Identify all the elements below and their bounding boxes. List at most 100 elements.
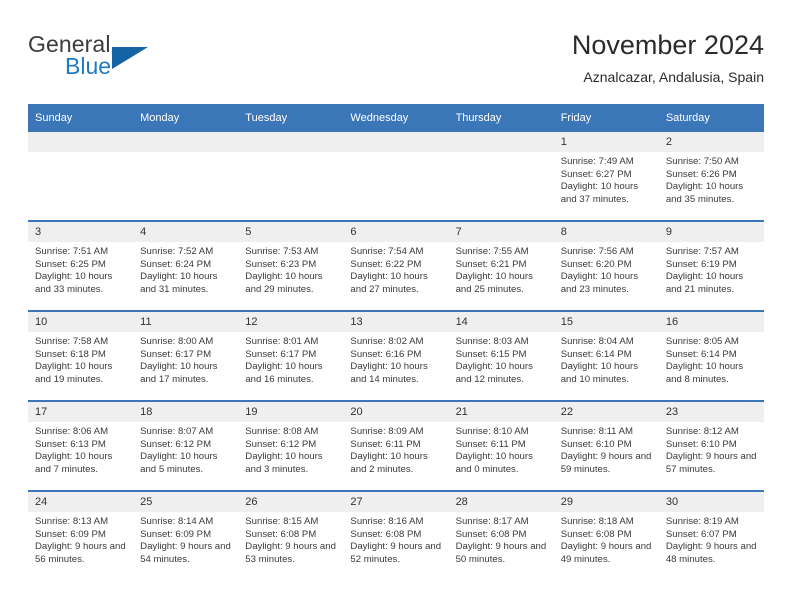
sunrise-text: Sunrise: 8:19 AM	[665, 516, 739, 527]
calendar-day-cell[interactable]: 13 Sunrise: 8:02 AM Sunset: 6:16 PM Dayligh…	[343, 310, 449, 401]
calendar-day-cell[interactable]: 28 Sunrise: 8:17 AM Sunset: 6:08 PM Dayligh…	[448, 490, 554, 580]
day-cell-inner: 12 Sunrise: 8:01 AM Sunset: 6:17 PM Dayligh…	[238, 312, 344, 400]
calendar-day-cell[interactable]: 23 Sunrise: 8:12 AM Sunset: 6:10 PM Dayligh…	[658, 400, 764, 491]
calendar-day-cell[interactable]: 17 Sunrise: 8:06 AM Sunset: 6:13 PM Dayligh…	[28, 400, 134, 491]
day-number: 19	[238, 402, 344, 422]
calendar-day-cell[interactable]: 29 Sunrise: 8:18 AM Sunset: 6:08 PM Dayligh…	[553, 490, 659, 580]
day-sun-info: Sunrise: 8:15 AM Sunset: 6:08 PM Daylight:…	[238, 512, 343, 566]
day-number: 15	[553, 312, 659, 332]
day-sun-info: Sunrise: 7:57 AM Sunset: 6:19 PM Daylight:…	[659, 242, 764, 296]
day-cell-inner: 24 Sunrise: 8:13 AM Sunset: 6:09 PM Dayligh…	[28, 492, 134, 580]
calendar-day-cell[interactable]: 24 Sunrise: 8:13 AM Sunset: 6:09 PM Dayligh…	[28, 490, 134, 580]
day-number	[448, 132, 554, 152]
sunset-text: Sunset: 6:09 PM	[35, 528, 106, 540]
calendar-day-cell[interactable]: 11 Sunrise: 8:00 AM Sunset: 6:17 PM Dayligh…	[133, 310, 239, 401]
day-number: 5	[238, 222, 344, 242]
calendar-day-cell[interactable]: 21 Sunrise: 8:10 AM Sunset: 6:11 PM Dayligh…	[448, 400, 554, 491]
sunset-text: Sunset: 6:27 PM	[560, 168, 632, 180]
calendar-day-cell[interactable]: 27 Sunrise: 8:16 AM Sunset: 6:08 PM Dayligh…	[343, 490, 449, 580]
calendar-day-cell[interactable]: 3 Sunrise: 7:51 AM Sunset: 6:25 PM Daylight…	[28, 220, 134, 311]
weekday-header-thursday: Thursday	[448, 104, 554, 132]
daylight-text: Daylight: 9 hours and 49 minutes.	[560, 541, 652, 565]
calendar-day-cell[interactable]: 16 Sunrise: 8:05 AM Sunset: 6:14 PM Dayligh…	[658, 310, 764, 401]
day-number: 9	[658, 222, 764, 242]
daylight-text: Daylight: 10 hours and 23 minutes.	[560, 271, 639, 295]
calendar-day-cell[interactable]: 5 Sunrise: 7:53 AM Sunset: 6:23 PM Daylight…	[238, 220, 344, 311]
day-number: 11	[133, 312, 239, 332]
daylight-text: Daylight: 9 hours and 56 minutes.	[35, 541, 126, 565]
day-sun-info: Sunrise: 8:03 AM Sunset: 6:15 PM Daylight:…	[449, 332, 554, 386]
day-cell-inner: 17 Sunrise: 8:06 AM Sunset: 6:13 PM Dayligh…	[28, 402, 134, 490]
day-cell-inner: 20 Sunrise: 8:09 AM Sunset: 6:11 PM Dayligh…	[343, 402, 449, 490]
calendar-day-cell[interactable]: 25 Sunrise: 8:14 AM Sunset: 6:09 PM Dayligh…	[133, 490, 239, 580]
daylight-text: Daylight: 10 hours and 14 minutes.	[350, 361, 428, 385]
sunset-text: Sunset: 6:11 PM	[455, 438, 526, 450]
day-number: 16	[658, 312, 764, 332]
day-cell-inner: 16 Sunrise: 8:05 AM Sunset: 6:14 PM Dayligh…	[658, 312, 764, 400]
calendar-empty-cell	[343, 132, 449, 221]
sunrise-text: Sunrise: 7:49 AM	[560, 156, 634, 167]
daylight-text: Daylight: 9 hours and 53 minutes.	[245, 541, 336, 565]
day-cell-inner: 28 Sunrise: 8:17 AM Sunset: 6:08 PM Dayligh…	[448, 492, 554, 580]
calendar-day-cell[interactable]: 1 Sunrise: 7:49 AM Sunset: 6:27 PM Daylight…	[553, 132, 659, 221]
calendar-week-row: 3 Sunrise: 7:51 AM Sunset: 6:25 PM Daylight…	[28, 220, 764, 311]
day-cell-inner: 30 Sunrise: 8:19 AM Sunset: 6:07 PM Dayligh…	[658, 492, 764, 580]
day-sun-info: Sunrise: 8:01 AM Sunset: 6:17 PM Daylight:…	[238, 332, 343, 386]
day-number: 17	[28, 402, 134, 422]
weekday-header-sunday: Sunday	[28, 104, 134, 132]
sunset-text: Sunset: 6:21 PM	[455, 258, 527, 270]
calendar-day-cell[interactable]: 6 Sunrise: 7:54 AM Sunset: 6:22 PM Daylight…	[343, 220, 449, 311]
sunrise-text: Sunrise: 8:12 AM	[665, 426, 739, 437]
calendar-day-cell[interactable]: 12 Sunrise: 8:01 AM Sunset: 6:17 PM Dayligh…	[238, 310, 344, 401]
calendar-day-cell[interactable]: 7 Sunrise: 7:55 AM Sunset: 6:21 PM Daylight…	[448, 220, 554, 311]
calendar-day-cell[interactable]: 30 Sunrise: 8:19 AM Sunset: 6:07 PM Dayligh…	[658, 490, 764, 580]
sunset-text: Sunset: 6:14 PM	[665, 348, 737, 360]
calendar-day-cell[interactable]: 8 Sunrise: 7:56 AM Sunset: 6:20 PM Daylight…	[553, 220, 659, 311]
sunset-text: Sunset: 6:09 PM	[140, 528, 212, 540]
daylight-text: Daylight: 10 hours and 25 minutes.	[455, 271, 533, 295]
sunrise-text: Sunrise: 8:16 AM	[350, 516, 424, 527]
sunrise-text: Sunrise: 7:50 AM	[665, 156, 739, 167]
calendar-day-cell[interactable]: 9 Sunrise: 7:57 AM Sunset: 6:19 PM Daylight…	[658, 220, 764, 311]
calendar-day-cell[interactable]: 26 Sunrise: 8:15 AM Sunset: 6:08 PM Dayligh…	[238, 490, 344, 580]
logo-general-blue[interactable]: General Blue	[28, 32, 248, 90]
sunset-text: Sunset: 6:08 PM	[455, 528, 527, 540]
day-cell-inner: 23 Sunrise: 8:12 AM Sunset: 6:10 PM Dayligh…	[658, 402, 764, 490]
sunrise-text: Sunrise: 7:58 AM	[35, 336, 109, 347]
calendar-day-cell[interactable]: 20 Sunrise: 8:09 AM Sunset: 6:11 PM Dayligh…	[343, 400, 449, 491]
day-number: 6	[343, 222, 449, 242]
daylight-text: Daylight: 9 hours and 57 minutes.	[665, 451, 757, 475]
sunset-text: Sunset: 6:15 PM	[455, 348, 527, 360]
calendar-day-cell[interactable]: 15 Sunrise: 8:04 AM Sunset: 6:14 PM Dayligh…	[553, 310, 659, 401]
sunrise-text: Sunrise: 8:08 AM	[245, 426, 319, 437]
calendar-day-cell[interactable]: 18 Sunrise: 8:07 AM Sunset: 6:12 PM Dayligh…	[133, 400, 239, 491]
day-number: 7	[448, 222, 554, 242]
calendar-day-cell[interactable]: 2 Sunrise: 7:50 AM Sunset: 6:26 PM Daylight…	[658, 132, 764, 221]
weekday-header-friday: Friday	[553, 104, 659, 132]
sunrise-text: Sunrise: 8:07 AM	[140, 426, 214, 437]
sunset-text: Sunset: 6:08 PM	[245, 528, 317, 540]
day-number	[343, 132, 449, 152]
day-number: 3	[28, 222, 134, 242]
daylight-text: Daylight: 10 hours and 21 minutes.	[665, 271, 744, 295]
calendar-day-cell[interactable]: 14 Sunrise: 8:03 AM Sunset: 6:15 PM Dayligh…	[448, 310, 554, 401]
calendar-day-cell[interactable]: 10 Sunrise: 7:58 AM Sunset: 6:18 PM Dayligh…	[28, 310, 134, 401]
day-number	[238, 132, 344, 152]
daylight-text: Daylight: 10 hours and 0 minutes.	[455, 451, 533, 475]
sunrise-text: Sunrise: 7:52 AM	[140, 246, 214, 257]
calendar-day-cell[interactable]: 19 Sunrise: 8:08 AM Sunset: 6:12 PM Dayligh…	[238, 400, 344, 491]
sunrise-text: Sunrise: 8:06 AM	[35, 426, 109, 437]
day-sun-info: Sunrise: 8:00 AM Sunset: 6:17 PM Daylight:…	[133, 332, 238, 386]
day-number: 25	[133, 492, 239, 512]
weekday-header-wednesday: Wednesday	[343, 104, 449, 132]
page-subtitle: Aznalcazar, Andalusia, Spain	[583, 69, 764, 85]
day-cell-inner: 10 Sunrise: 7:58 AM Sunset: 6:18 PM Dayligh…	[28, 312, 134, 400]
calendar-day-cell[interactable]: 22 Sunrise: 8:11 AM Sunset: 6:10 PM Dayligh…	[553, 400, 659, 491]
day-sun-info: Sunrise: 7:51 AM Sunset: 6:25 PM Daylight:…	[28, 242, 133, 296]
sunset-text: Sunset: 6:17 PM	[245, 348, 317, 360]
sunset-text: Sunset: 6:12 PM	[245, 438, 317, 450]
day-sun-info: Sunrise: 7:49 AM Sunset: 6:27 PM Daylight:…	[554, 152, 659, 206]
day-cell-inner: 4 Sunrise: 7:52 AM Sunset: 6:24 PM Daylight…	[133, 222, 239, 310]
daylight-text: Daylight: 10 hours and 7 minutes.	[35, 451, 113, 475]
calendar-day-cell[interactable]: 4 Sunrise: 7:52 AM Sunset: 6:24 PM Daylight…	[133, 220, 239, 311]
